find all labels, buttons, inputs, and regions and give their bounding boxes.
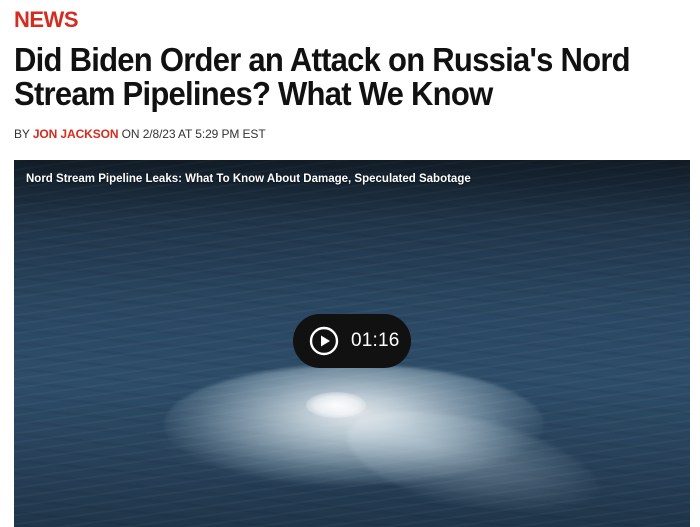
section-label-news[interactable]: NEWS (14, 7, 79, 33)
play-circle-icon (309, 326, 339, 356)
byline: BY JON JACKSON ON 2/8/23 AT 5:29 PM EST (14, 127, 266, 141)
video-title-shade (14, 160, 690, 220)
byline-prefix: BY (14, 127, 33, 141)
video-title: Nord Stream Pipeline Leaks: What To Know… (26, 173, 471, 185)
video-thumbnail-gas-leak (164, 365, 544, 485)
video-player[interactable]: Nord Stream Pipeline Leaks: What To Know… (14, 160, 690, 527)
play-button[interactable]: 01:16 (293, 314, 411, 368)
author-link[interactable]: JON JACKSON (33, 127, 119, 141)
publish-date: ON 2/8/23 AT 5:29 PM EST (118, 127, 266, 141)
article-headline: Did Biden Order an Attack on Russia's No… (14, 41, 631, 112)
video-duration: 01:16 (351, 330, 400, 351)
video-thumbnail-leak-center (306, 392, 366, 418)
